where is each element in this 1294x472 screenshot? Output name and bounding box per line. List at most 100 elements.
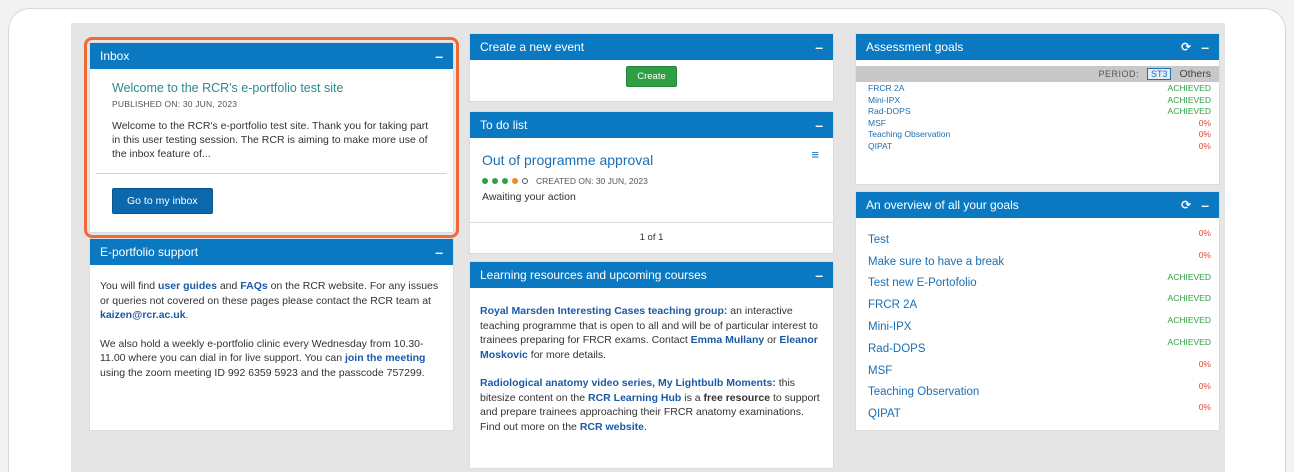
goal-row[interactable]: Teaching Observation 0%	[856, 379, 1219, 401]
create-event-header: Create a new event –	[470, 34, 833, 60]
overview-header: An overview of all your goals ⟳ –	[856, 192, 1219, 218]
assessment-goal-list: FRCR 2A ACHIEVED Mini-IPX ACHIEVED Rad-DOPS A…	[856, 82, 1219, 153]
goal-row[interactable]: MSF 0%	[856, 357, 1219, 379]
user-guides-link[interactable]: user guides	[158, 280, 217, 292]
inbox-divider	[96, 173, 447, 174]
create-event-header-title: Create a new event	[480, 40, 585, 54]
emma-mullany-link[interactable]: Emma Mullany	[691, 334, 765, 346]
goal-row[interactable]: Make sure to have a break 0%	[856, 248, 1219, 270]
goal-name[interactable]: Mini-IPX	[868, 321, 911, 335]
collapse-icon[interactable]: –	[815, 118, 823, 132]
learning-header: Learning resources and upcoming courses …	[470, 262, 833, 288]
goal-row[interactable]: Mini-IPX ACHIEVED	[856, 95, 1219, 107]
support-header: E-portfolio support –	[90, 239, 453, 265]
goal-row[interactable]: Rad-DOPS ACHIEVED	[856, 106, 1219, 118]
period-option-st3[interactable]: ST3	[1146, 68, 1172, 80]
inbox-message-title[interactable]: Welcome to the RCR's e-portfolio test si…	[112, 81, 453, 95]
inbox-published-date: PUBLISHED ON: 30 JUN, 2023	[112, 99, 238, 109]
collapse-icon[interactable]: –	[435, 245, 443, 259]
email-link[interactable]: kaizen@rcr.ac.uk	[100, 309, 186, 321]
overview-goals-panel: An overview of all your goals ⟳ – Test 0% M…	[855, 191, 1220, 431]
assessment-goals-panel: Assessment goals ⟳ – PERIOD: ST3 Others F…	[855, 33, 1220, 185]
goal-status: ACHIEVED	[1167, 293, 1211, 304]
inbox-header: Inbox –	[90, 43, 453, 69]
goal-name[interactable]: Mini-IPX	[868, 95, 900, 107]
royal-marsden-link[interactable]: Royal Marsden Interesting Cases teaching…	[480, 305, 727, 317]
support-paragraph-1: You will find user guides and FAQs on th…	[100, 280, 439, 321]
collapse-icon[interactable]: –	[1201, 198, 1209, 212]
goal-row[interactable]: FRCR 2A ACHIEVED	[856, 291, 1219, 313]
goal-name[interactable]: Rad-DOPS	[868, 106, 911, 118]
refresh-icon[interactable]: ⟳	[1181, 198, 1191, 212]
goal-status: 0%	[1198, 358, 1211, 369]
todo-created-date: CREATED ON: 30 JUN, 2023	[536, 176, 648, 186]
learning-header-title: Learning resources and upcoming courses	[480, 268, 707, 282]
todo-item-title[interactable]: Out of programme approval	[482, 152, 833, 168]
todo-header: To do list –	[470, 112, 833, 138]
goal-row[interactable]: Test new E-Portofolio ACHIEVED	[856, 270, 1219, 292]
goal-row[interactable]: QIPAT 0%	[856, 141, 1219, 153]
todo-panel: To do list – ≡ Out of programme approval…	[469, 111, 834, 254]
period-option-others[interactable]: Others	[1179, 68, 1211, 80]
goal-status: 0%	[1198, 249, 1211, 260]
collapse-icon[interactable]: –	[815, 268, 823, 282]
goal-name[interactable]: Test new E-Portofolio	[868, 277, 977, 291]
goal-name[interactable]: Rad-DOPS	[868, 343, 926, 357]
inbox-panel: Inbox – Welcome to the RCR's e-portfolio…	[89, 42, 454, 233]
goal-name[interactable]: QIPAT	[868, 141, 892, 153]
progress-dot-icon	[502, 178, 508, 184]
lightbulb-moments-link[interactable]: Radiological anatomy video series, My Li…	[480, 377, 776, 389]
collapse-icon[interactable]: –	[815, 40, 823, 54]
goal-name[interactable]: Make sure to have a break	[868, 256, 1004, 270]
support-panel: E-portfolio support – You will find user…	[89, 238, 454, 431]
goal-row[interactable]: FRCR 2A ACHIEVED	[856, 83, 1219, 95]
create-event-button[interactable]: Create	[626, 66, 677, 87]
list-icon[interactable]: ≡	[811, 147, 819, 162]
goal-row[interactable]: Mini-IPX ACHIEVED	[856, 313, 1219, 335]
goal-name[interactable]: MSF	[868, 365, 892, 379]
goal-status: 0%	[1198, 402, 1211, 413]
refresh-icon[interactable]: ⟳	[1181, 40, 1191, 54]
learning-paragraph-2: Radiological anatomy video series, My Li…	[480, 377, 820, 433]
faqs-link[interactable]: FAQs	[240, 280, 267, 292]
period-label: PERIOD:	[1098, 69, 1139, 79]
browser-frame: Inbox – Welcome to the RCR's e-portfolio…	[8, 8, 1286, 472]
progress-dot-icon	[512, 178, 518, 184]
goal-row[interactable]: Test 0%	[856, 226, 1219, 248]
goal-status: 0%	[1198, 380, 1211, 391]
goal-row[interactable]: Teaching Observation 0%	[856, 129, 1219, 141]
goal-status: ACHIEVED	[1167, 106, 1211, 117]
goal-row[interactable]: QIPAT 0%	[856, 400, 1219, 422]
create-event-panel: Create a new event – Create	[469, 33, 834, 102]
goal-name[interactable]: MSF	[868, 118, 886, 130]
todo-header-title: To do list	[480, 118, 528, 132]
goal-row[interactable]: MSF 0%	[856, 118, 1219, 130]
join-meeting-link[interactable]: join the meeting	[345, 352, 426, 364]
goal-name[interactable]: Test	[868, 234, 889, 248]
go-to-inbox-button[interactable]: Go to my inbox	[112, 188, 213, 214]
goal-status: 0%	[1198, 140, 1211, 151]
overview-header-title: An overview of all your goals	[866, 198, 1019, 212]
support-header-title: E-portfolio support	[100, 245, 199, 259]
goal-status: 0%	[1198, 117, 1211, 128]
goal-status: 0%	[1198, 129, 1211, 140]
rcr-learning-hub-link[interactable]: RCR Learning Hub	[588, 392, 681, 404]
goal-status: ACHIEVED	[1167, 271, 1211, 282]
inbox-message-text: Welcome to the RCR's e-portfolio test si…	[112, 120, 429, 160]
goal-status: ACHIEVED	[1167, 336, 1211, 347]
collapse-icon[interactable]: –	[1201, 40, 1209, 54]
collapse-icon[interactable]: –	[435, 49, 443, 63]
goal-name[interactable]: FRCR 2A	[868, 299, 917, 313]
goal-name[interactable]: Teaching Observation	[868, 386, 979, 400]
todo-item-status: Awaiting your action	[482, 191, 576, 203]
rcr-website-link[interactable]: RCR website	[580, 421, 644, 433]
inbox-header-title: Inbox	[100, 49, 130, 63]
goal-name[interactable]: QIPAT	[868, 408, 901, 422]
todo-item-meta: CREATED ON: 30 JUN, 2023	[482, 176, 833, 186]
goal-row[interactable]: Rad-DOPS ACHIEVED	[856, 335, 1219, 357]
support-text: You will find user guides and FAQs on th…	[90, 265, 453, 380]
progress-dot-icon	[492, 178, 498, 184]
goal-name[interactable]: FRCR 2A	[868, 83, 904, 95]
goal-name[interactable]: Teaching Observation	[868, 129, 950, 141]
assessment-header: Assessment goals ⟳ –	[856, 34, 1219, 60]
